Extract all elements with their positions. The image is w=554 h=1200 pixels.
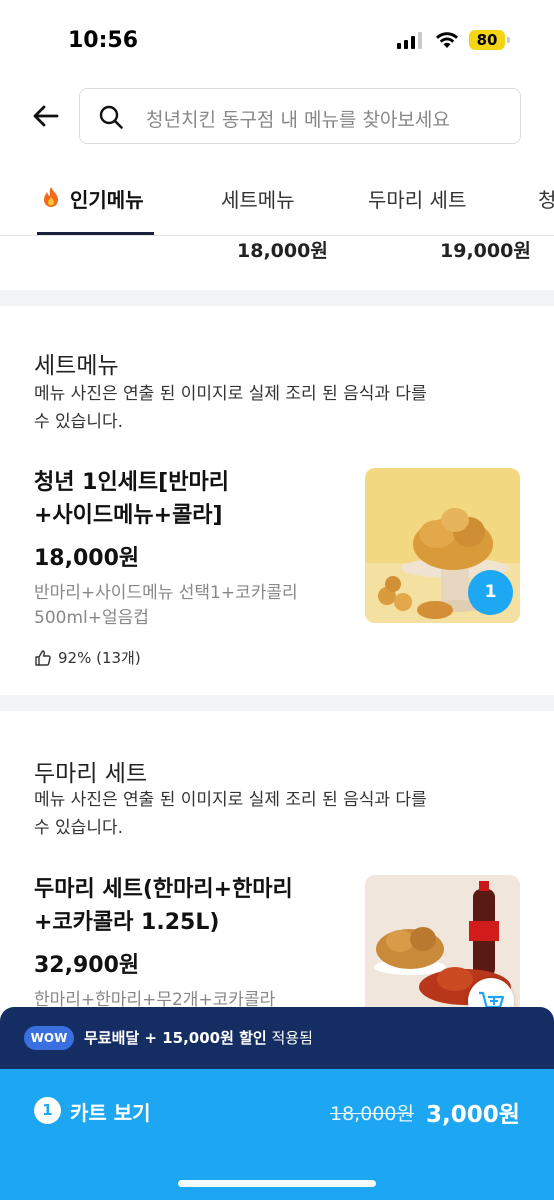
section-description-line: 메뉴 사진은 연출 된 이미지로 실제 조리 된 음식과 다를 [34, 790, 427, 810]
wow-badge: WOW [24, 1026, 74, 1050]
wow-benefit-bar: WOW 무료배달 + 15,000원 할인 적용됨 [0, 1007, 554, 1069]
search-icon [99, 105, 123, 129]
item-name-line: 청년 1인세트[반마리 [34, 470, 229, 495]
wow-benefit-suffix: 적용됨 [266, 1029, 313, 1047]
menu-price: 18,000원 [237, 240, 328, 262]
search-input[interactable]: 청년치킨 동구점 내 메뉴를 찾아보세요 [79, 88, 521, 144]
section-divider [0, 290, 554, 306]
cart-count-badge: 1 [34, 1097, 61, 1124]
home-indicator [178, 1180, 376, 1187]
cart-quantity-badge[interactable]: 1 [468, 570, 513, 615]
section-description-line: 수 있습니다. [34, 818, 124, 838]
wifi-icon [436, 32, 458, 48]
fire-icon [44, 187, 58, 207]
tab-popular-menu[interactable]: 인기메뉴 [40, 184, 144, 213]
tab-next-partial[interactable]: 청 [538, 184, 554, 213]
thumbs-up-icon [35, 649, 51, 666]
item-name: 청년 1인세트[반마리 +사이드메뉴+콜라] [34, 466, 334, 532]
section-description-line: 메뉴 사진은 연출 된 이미지로 실제 조리 된 음식과 다를 [34, 384, 427, 404]
discounted-price: 3,000원 [426, 1102, 520, 1128]
item-name-line: +사이드메뉴+콜라] [34, 503, 223, 528]
battery-tip [507, 37, 510, 43]
item-name: 두마리 세트(한마리+한마리 +코카콜라 1.25L) [34, 873, 344, 939]
view-cart-label: 카트 보기 [70, 1101, 151, 1125]
original-price: 18,000원 [330, 1103, 414, 1125]
tab-label: 인기메뉴 [70, 188, 144, 212]
section-divider [0, 695, 554, 711]
section-description: 메뉴 사진은 연출 된 이미지로 실제 조리 된 음식과 다를 수 있습니다. [34, 380, 474, 436]
menu-category-tabs: 인기메뉴 세트메뉴 두마리 세트 청 [0, 170, 554, 236]
section-title-two-chicken-set: 두마리 세트 [34, 761, 148, 787]
item-price: 18,000원 [34, 546, 140, 571]
section-title-set-menu: 세트메뉴 [34, 353, 119, 379]
item-description-line: 반마리+사이드메뉴 선택1+코카콜리 [34, 583, 298, 603]
section-description: 메뉴 사진은 연출 된 이미지로 실제 조리 된 음식과 다를 수 있습니다. [34, 786, 474, 842]
tab-two-chicken-set[interactable]: 두마리 세트 [368, 184, 466, 213]
item-price: 32,900원 [34, 953, 140, 978]
status-time: 10:56 [68, 28, 139, 53]
item-rating: 92% (13개) [34, 647, 141, 668]
cellular-signal-icon [397, 32, 422, 49]
tab-set-menu[interactable]: 세트메뉴 [221, 184, 295, 213]
back-arrow-icon[interactable] [30, 100, 62, 132]
menu-price: 19,000원 [440, 240, 531, 262]
search-placeholder: 청년치킨 동구점 내 메뉴를 찾아보세요 [146, 109, 450, 131]
wow-benefit-text: 무료배달 + 15,000원 할인 적용됨 [84, 1027, 313, 1048]
battery-indicator: 80 [469, 30, 505, 50]
item-name-line: 두마리 세트(한마리+한마리 [34, 877, 293, 902]
status-bar: 10:56 80 [0, 0, 554, 80]
item-description-line: 500ml+얼음컵 [34, 608, 149, 628]
item-description: 반마리+사이드메뉴 선택1+코카콜리 500ml+얼음컵 [34, 581, 334, 631]
rating-text: 92% (13개) [58, 649, 141, 667]
wow-benefit-highlight: 무료배달 + 15,000원 할인 [84, 1029, 267, 1047]
section-description-line: 수 있습니다. [34, 412, 124, 432]
item-name-line: +코카콜라 1.25L) [34, 910, 220, 935]
active-tab-underline [37, 232, 154, 235]
